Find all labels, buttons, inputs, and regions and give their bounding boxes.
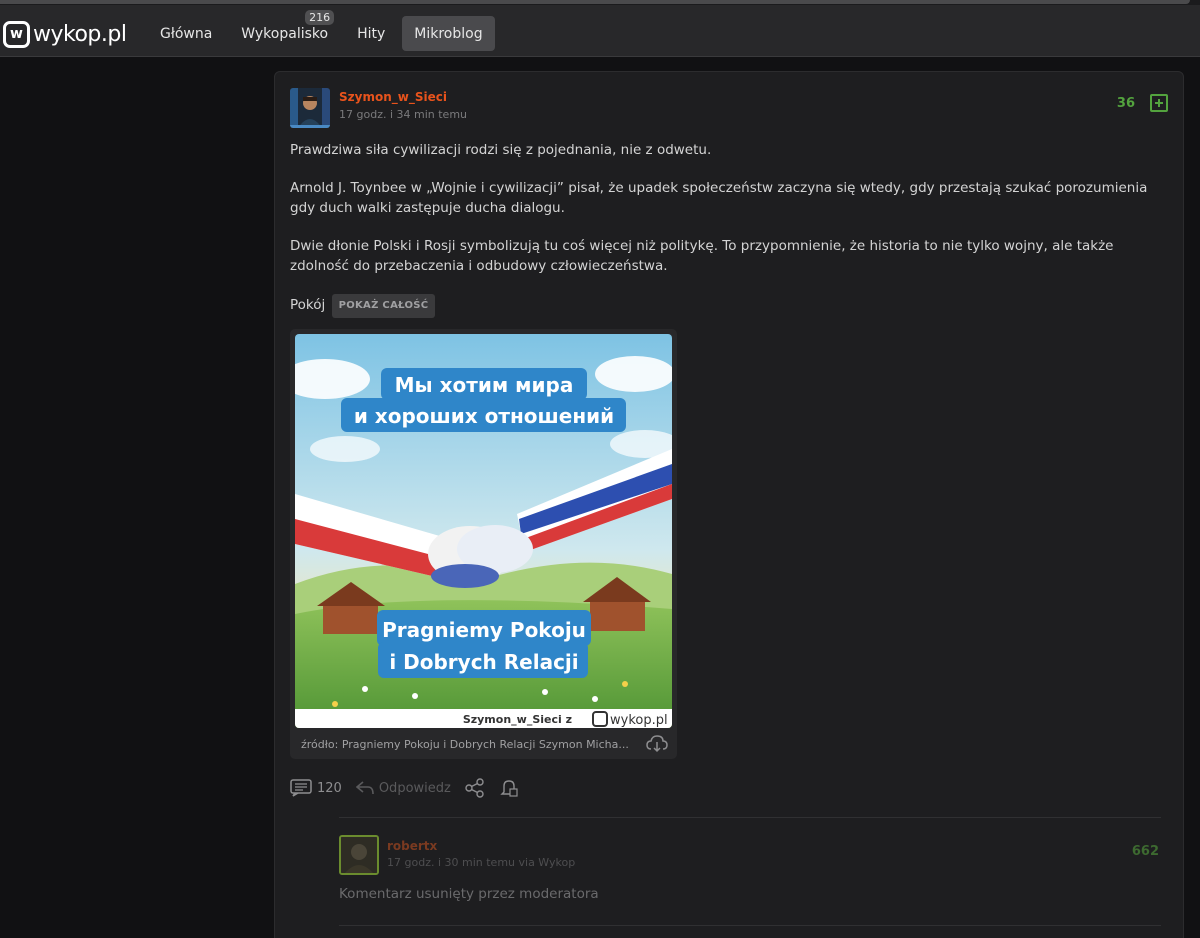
download-cloud-icon[interactable]: [646, 735, 668, 757]
entry-time[interactable]: 17 godz. i 34 min temu: [339, 108, 467, 121]
nav-item-glowna[interactable]: Główna: [148, 16, 224, 51]
entry-actions: 120 Odpowiedz: [290, 778, 533, 798]
vote-count: 36: [1116, 96, 1135, 111]
nav-badge-count: 216: [305, 10, 335, 25]
comment-author[interactable]: robertx: [387, 839, 437, 853]
top-navbar: w wykop.pl Główna Wykopalisko 216 Hity M…: [0, 0, 1200, 57]
entry-last-word: Pokój: [290, 297, 326, 313]
entry-paragraph: Prawdziwa siła cywilizacji rodzi się z p…: [290, 142, 712, 158]
nav-item-label: Wykopalisko: [241, 26, 329, 42]
logo-icon: w: [3, 20, 30, 48]
plus-vote-button[interactable]: [1150, 94, 1168, 112]
embed-image-block: Мы хотим мира и хороших отношений Pragni…: [290, 329, 677, 759]
image-top-text-line2: и хороших отношений: [354, 404, 614, 428]
entry-last-line: Pokój POKAŻ CAŁOŚĆ: [290, 294, 1170, 318]
reply-icon: [355, 781, 374, 795]
comment-avatar[interactable]: [339, 835, 379, 875]
image-watermark-user: Szymon_w_Sieci z: [463, 713, 572, 726]
share-icon: [465, 778, 484, 798]
reply-button[interactable]: Odpowiedz: [355, 780, 451, 796]
image-top-text-line1: Мы хотим мира: [395, 373, 574, 397]
author-avatar[interactable]: [290, 88, 330, 128]
site-logo[interactable]: w wykop.pl: [3, 20, 127, 48]
entry-paragraph: Arnold J. Toynbee w „Wojnie i cywilizacj…: [290, 180, 1148, 216]
entry-card: Szymon_w_Sieci 17 godz. i 34 min temu 36…: [274, 71, 1184, 938]
comment-icon: [290, 779, 312, 797]
nav-item-hity[interactable]: Hity: [345, 16, 397, 51]
divider: [339, 817, 1161, 818]
reply-label: Odpowiedz: [378, 780, 451, 796]
image-source-link[interactable]: źródło: Pragniemy Pokoju i Dobrych Relac…: [301, 738, 631, 751]
comment-text: Komentarz usunięty przez moderatora: [339, 886, 599, 902]
notify-button[interactable]: [499, 778, 519, 798]
entry-body: Prawdziwa siła cywilizacji rodzi się z p…: [290, 140, 1170, 336]
nav-item-wykopalisko[interactable]: Wykopalisko 216: [229, 10, 340, 51]
share-button[interactable]: [465, 778, 485, 798]
browser-strip: [0, 0, 1200, 5]
comments-button[interactable]: 120: [290, 779, 342, 797]
show-all-button[interactable]: POKAŻ CAŁOŚĆ: [331, 294, 436, 318]
main-nav: Główna Wykopalisko 216 Hity Mikroblog: [148, 10, 500, 51]
embed-image[interactable]: Мы хотим мира и хороших отношений Pragni…: [295, 334, 672, 728]
image-watermark-brand: wykop.pl: [610, 713, 668, 728]
comment-time[interactable]: 17 godz. i 30 min temu via Wykop: [387, 856, 575, 869]
image-bottom-text-line2: i Dobrych Relacji: [389, 650, 578, 674]
nav-item-mikroblog[interactable]: Mikroblog: [402, 16, 495, 51]
divider: [339, 925, 1161, 926]
logo-text: wykop.pl: [33, 21, 127, 47]
comment-vote-count: 662: [1131, 844, 1159, 859]
comments-count: 120: [317, 780, 342, 796]
bell-icon: [500, 780, 518, 797]
image-bottom-text-line1: Pragniemy Pokoju: [382, 618, 586, 642]
entry-paragraph: Dwie dłonie Polski i Rosji symbolizują t…: [290, 238, 1114, 274]
author-name[interactable]: Szymon_w_Sieci: [339, 90, 447, 104]
